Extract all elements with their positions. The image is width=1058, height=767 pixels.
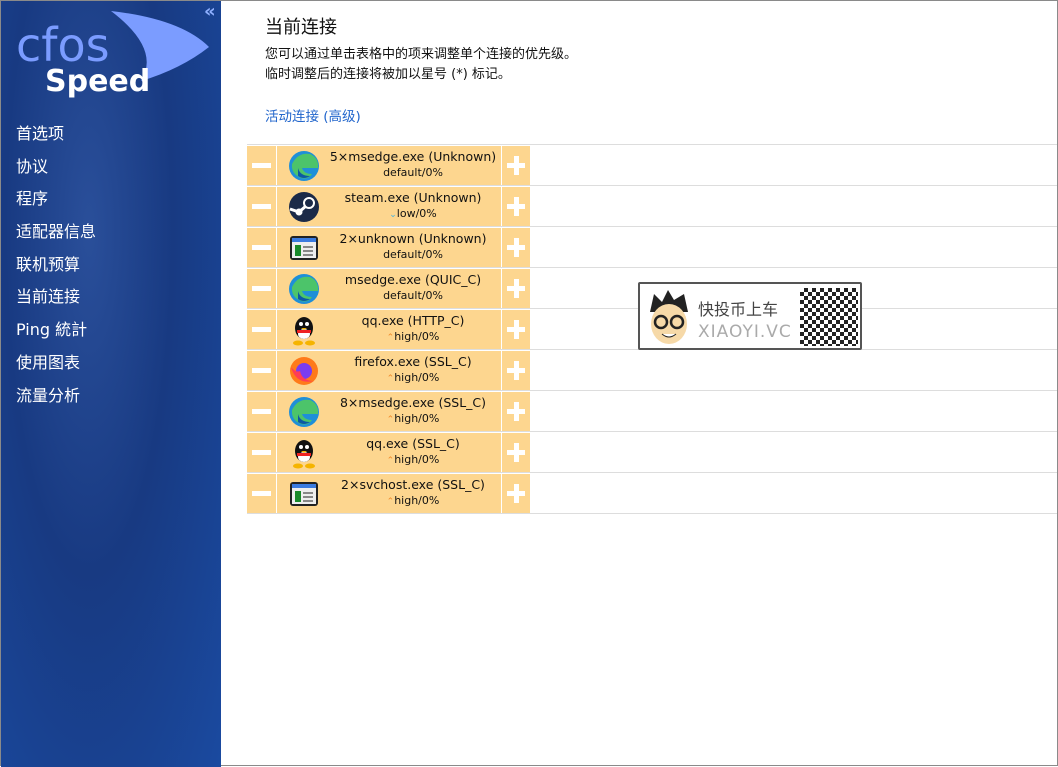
increase-priority-button[interactable] [502, 351, 530, 390]
connection-item[interactable]: 8×msedge.exe (SSL_C) ⌃high/0% [277, 392, 501, 431]
increase-priority-button[interactable] [502, 433, 530, 472]
connection-item[interactable]: firefox.exe (SSL_C) ⌃high/0% [277, 351, 501, 390]
connection-name: qq.exe (SSL_C) [366, 436, 460, 451]
decrease-priority-button[interactable] [247, 228, 276, 267]
sidebar-item-usage-charts[interactable]: 使用图表 [16, 352, 96, 385]
edge-icon [288, 273, 320, 305]
priority-value: default/0% [383, 248, 443, 261]
increase-priority-button[interactable] [502, 146, 530, 185]
watermark-slogan: 快投币上车 [698, 300, 779, 319]
decrease-priority-button[interactable] [247, 187, 276, 226]
decrease-priority-button[interactable] [247, 310, 276, 349]
svg-text:Speed: Speed [45, 64, 150, 99]
main-panel: 当前连接 您可以通过单击表格中的项来调整单个连接的优先级。 临时调整后的连接将被… [221, 1, 1057, 765]
priority-value: high/0% [394, 330, 440, 343]
qr-code [800, 288, 858, 346]
increase-priority-button[interactable] [502, 310, 530, 349]
connection-item[interactable]: steam.exe (Unknown) ⌄low/0% [277, 187, 501, 226]
priority-arrow-icon: ⌄ [389, 210, 397, 220]
connection-name: 5×msedge.exe (Unknown) [329, 149, 497, 164]
sidebar-item-traffic-analysis[interactable]: 流量分析 [16, 385, 96, 418]
priority-value: default/0% [383, 289, 443, 302]
connection-priority: default/0% [325, 289, 501, 302]
connection-priority: ⌃high/0% [325, 412, 501, 425]
watermark: 快投币上车 XIAOYI.VC [638, 282, 862, 350]
decrease-priority-button[interactable] [247, 146, 276, 185]
connection-name: firefox.exe (SSL_C) [354, 354, 472, 369]
connection-row: 2×svchost.exe (SSL_C) ⌃high/0% [247, 473, 1057, 514]
connection-row: qq.exe (SSL_C) ⌃high/0% [247, 432, 1057, 473]
edge-icon [288, 150, 320, 182]
collapse-sidebar-button[interactable]: « [204, 1, 216, 22]
connection-item[interactable]: qq.exe (HTTP_C) ⌃high/0% [277, 310, 501, 349]
firefox-icon [288, 355, 320, 387]
connection-row: firefox.exe (SSL_C) ⌃high/0% [247, 350, 1057, 391]
decrease-priority-button[interactable] [247, 474, 276, 513]
connection-row: 8×msedge.exe (SSL_C) ⌃high/0% [247, 391, 1057, 432]
page-title: 当前连接 [265, 17, 337, 38]
connection-item[interactable]: 2×svchost.exe (SSL_C) ⌃high/0% [277, 474, 501, 513]
cartoon-face-icon [650, 290, 688, 344]
decrease-priority-button[interactable] [247, 392, 276, 431]
qq-icon [288, 314, 320, 346]
description-line-2: 临时调整后的连接将被加以星号 (*) 标记。 [265, 67, 511, 82]
active-connections-advanced-link[interactable]: 活动连接 (高级) [265, 105, 361, 125]
connection-name: msedge.exe (QUIC_C) [344, 272, 482, 287]
increase-priority-button[interactable] [502, 392, 530, 431]
sidebar-item-online-budget[interactable]: 联机预算 [16, 254, 96, 287]
connection-priority: default/0% [325, 166, 501, 179]
connection-name: qq.exe (HTTP_C) [361, 313, 465, 328]
sidebar-item-preferences[interactable]: 首选项 [16, 123, 96, 156]
page-description: 您可以通过单击表格中的项来调整单个连接的优先级。 临时调整后的连接将被加以星号 … [265, 45, 577, 85]
sidebar-item-protocols[interactable]: 协议 [16, 156, 96, 189]
priority-value: low/0% [396, 207, 437, 220]
connection-row: 2×unknown (Unknown) default/0% [247, 227, 1057, 268]
decrease-priority-button[interactable] [247, 433, 276, 472]
priority-value: high/0% [394, 371, 440, 384]
priority-value: high/0% [394, 412, 440, 425]
connection-priority: ⌃high/0% [325, 494, 501, 507]
window-icon [288, 478, 320, 510]
cfos-speed-logo: cfos Speed [16, 11, 209, 99]
sidebar-item-programs[interactable]: 程序 [16, 188, 96, 221]
connection-name: 8×msedge.exe (SSL_C) [339, 395, 487, 410]
connection-priority: default/0% [325, 248, 501, 261]
connection-name: 2×unknown (Unknown) [339, 231, 487, 246]
steam-icon [288, 191, 320, 223]
connection-item[interactable]: 2×unknown (Unknown) default/0% [277, 228, 501, 267]
priority-value: high/0% [394, 453, 440, 466]
connection-priority: ⌄low/0% [325, 207, 501, 220]
watermark-site: XIAOYI.VC [698, 322, 792, 342]
sidebar-item-ping-stats[interactable]: Ping 統計 [16, 319, 96, 352]
sidebar-nav: 首选项 协议 程序 适配器信息 联机预算 当前连接 Ping 統計 使用图表 流… [16, 123, 96, 417]
edge-icon [288, 396, 320, 428]
sidebar: cfos Speed « 首选项 协议 程序 适配器信息 联机预算 当前连接 P… [1, 1, 221, 767]
connection-priority: ⌃high/0% [325, 371, 501, 384]
connection-item[interactable]: 5×msedge.exe (Unknown) default/0% [277, 146, 501, 185]
decrease-priority-button[interactable] [247, 351, 276, 390]
connection-name: steam.exe (Unknown) [344, 190, 482, 205]
connection-priority: ⌃high/0% [325, 453, 501, 466]
increase-priority-button[interactable] [502, 187, 530, 226]
connection-item[interactable]: qq.exe (SSL_C) ⌃high/0% [277, 433, 501, 472]
connection-row: steam.exe (Unknown) ⌄low/0% [247, 186, 1057, 227]
sidebar-item-current-connections[interactable]: 当前连接 [16, 286, 96, 319]
sidebar-item-adapter-info[interactable]: 适配器信息 [16, 221, 96, 254]
connection-priority: ⌃high/0% [325, 330, 501, 343]
increase-priority-button[interactable] [502, 228, 530, 267]
increase-priority-button[interactable] [502, 269, 530, 308]
priority-value: default/0% [383, 166, 443, 179]
qq-icon [288, 437, 320, 469]
priority-value: high/0% [394, 494, 440, 507]
increase-priority-button[interactable] [502, 474, 530, 513]
window-icon [288, 232, 320, 264]
decrease-priority-button[interactable] [247, 269, 276, 308]
connection-row: 5×msedge.exe (Unknown) default/0% [247, 145, 1057, 186]
connection-item[interactable]: msedge.exe (QUIC_C) default/0% [277, 269, 501, 308]
connection-name: 2×svchost.exe (SSL_C) [341, 477, 485, 492]
description-line-1: 您可以通过单击表格中的项来调整单个连接的优先级。 [265, 47, 578, 62]
